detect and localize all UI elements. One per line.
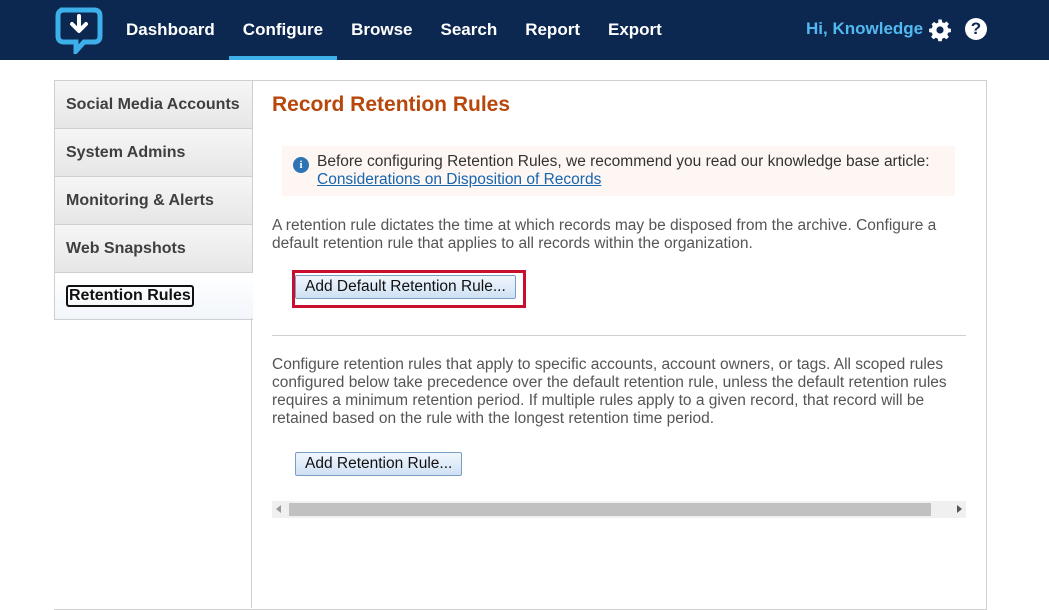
- nav-browse[interactable]: Browse: [337, 0, 426, 60]
- sidebar-item-web-snapshots[interactable]: Web Snapshots: [54, 224, 253, 272]
- add-default-retention-rule-button[interactable]: Add Default Retention Rule...: [295, 275, 516, 299]
- knowledge-base-link[interactable]: Considerations on Disposition of Records: [317, 171, 601, 188]
- sidebar-item-monitoring-alerts[interactable]: Monitoring & Alerts: [54, 176, 253, 224]
- nav-search[interactable]: Search: [427, 0, 512, 60]
- sidebar-item-label: Retention Rules: [66, 285, 194, 307]
- page-title: Record Retention Rules: [272, 93, 511, 116]
- scroll-left-arrow-icon[interactable]: [276, 505, 281, 513]
- main-nav: Dashboard Configure Browse Search Report…: [112, 0, 676, 60]
- sidebar-item-system-admins[interactable]: System Admins: [54, 128, 253, 176]
- sidebar-item-label: Social Media Accounts: [66, 95, 240, 113]
- configure-sidebar: Social Media Accounts System Admins Moni…: [54, 80, 253, 320]
- nav-dashboard[interactable]: Dashboard: [112, 0, 229, 60]
- scroll-right-arrow-icon[interactable]: [957, 505, 962, 513]
- sidebar-item-label: Web Snapshots: [66, 239, 186, 257]
- sidebar-item-label: Monitoring & Alerts: [66, 191, 214, 209]
- info-message: Before configuring Retention Rules, we r…: [317, 153, 930, 170]
- scrollbar-thumb[interactable]: [289, 503, 931, 516]
- sidebar-item-retention-rules[interactable]: Retention Rules: [54, 272, 253, 320]
- info-icon: i: [293, 157, 309, 173]
- scoped-rules-description: Configure retention rules that apply to …: [272, 356, 947, 427]
- horizontal-scrollbar[interactable]: [272, 501, 966, 518]
- nav-export[interactable]: Export: [594, 0, 676, 60]
- add-retention-rule-button[interactable]: Add Retention Rule...: [295, 452, 463, 476]
- gear-icon[interactable]: [928, 18, 952, 42]
- section-divider: [272, 335, 966, 336]
- sidebar-item-social-media-accounts[interactable]: Social Media Accounts: [54, 80, 253, 128]
- default-rule-description: A retention rule dictates the time at wh…: [272, 217, 937, 252]
- help-icon[interactable]: ?: [965, 18, 987, 40]
- chat-download-logo-icon[interactable]: [54, 6, 104, 54]
- top-navigation-bar: Dashboard Configure Browse Search Report…: [0, 0, 1049, 60]
- info-banner: i Before configuring Retention Rules, we…: [282, 146, 955, 196]
- nav-report[interactable]: Report: [511, 0, 594, 60]
- nav-configure[interactable]: Configure: [228, 0, 338, 60]
- info-text: Before configuring Retention Rules, we r…: [317, 153, 937, 189]
- sidebar-divider: [251, 318, 252, 608]
- user-greeting-menu[interactable]: Hi, Knowledge: [806, 19, 923, 39]
- sidebar-item-label: System Admins: [66, 143, 186, 161]
